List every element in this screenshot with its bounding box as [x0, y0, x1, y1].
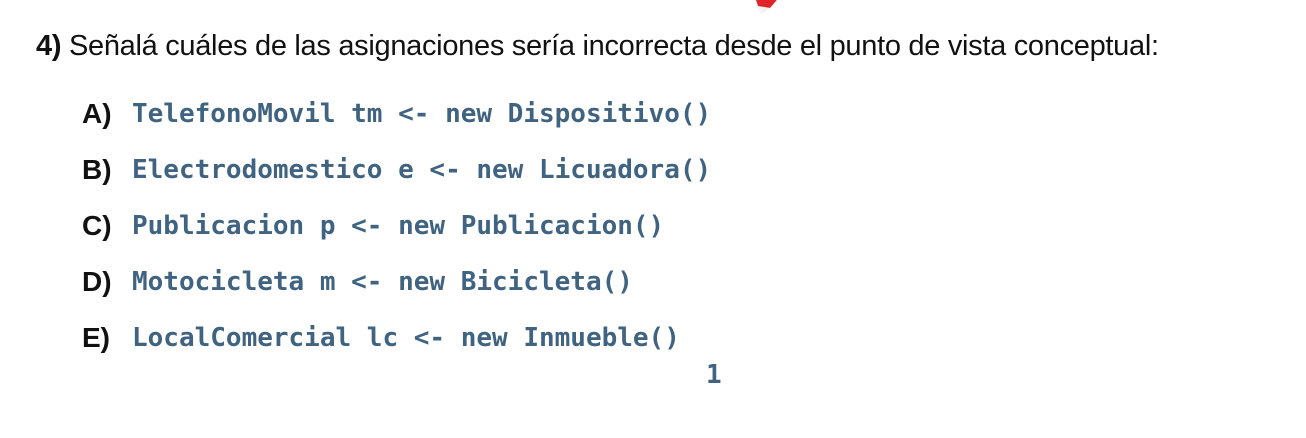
option-e: E) LocalComercial lc <- new Inmueble(): [82, 310, 711, 366]
option-code: Electrodomestico e <- new Licuadora(): [132, 155, 712, 185]
option-a: A) TelefonoMovil tm <- new Dispositivo(): [82, 86, 711, 142]
options-list: A) TelefonoMovil tm <- new Dispositivo()…: [82, 86, 711, 366]
page-number: 1: [706, 360, 722, 390]
question-number: 4): [36, 30, 62, 62]
question-statement: Señalá cuáles de las asignaciones sería …: [61, 30, 1159, 62]
option-letter: D): [82, 266, 112, 297]
red-pen-mark: [756, 0, 777, 14]
option-letter: B): [82, 154, 112, 185]
option-letter: C): [82, 210, 112, 241]
option-code: LocalComercial lc <- new Inmueble(): [132, 323, 680, 353]
option-b: B) Electrodomestico e <- new Licuadora(): [82, 142, 711, 198]
option-d: D) Motocicleta m <- new Bicicleta(): [82, 254, 711, 310]
option-c: C) Publicacion p <- new Publicacion(): [82, 198, 711, 254]
option-code: TelefonoMovil tm <- new Dispositivo(): [132, 99, 712, 129]
question-text: 4) Señalá cuáles de las asignaciones ser…: [36, 30, 1159, 63]
option-code: Publicacion p <- new Publicacion(): [132, 211, 665, 241]
option-code: Motocicleta m <- new Bicicleta(): [132, 267, 633, 297]
option-letter: A): [82, 98, 112, 129]
option-letter: E): [82, 322, 110, 353]
